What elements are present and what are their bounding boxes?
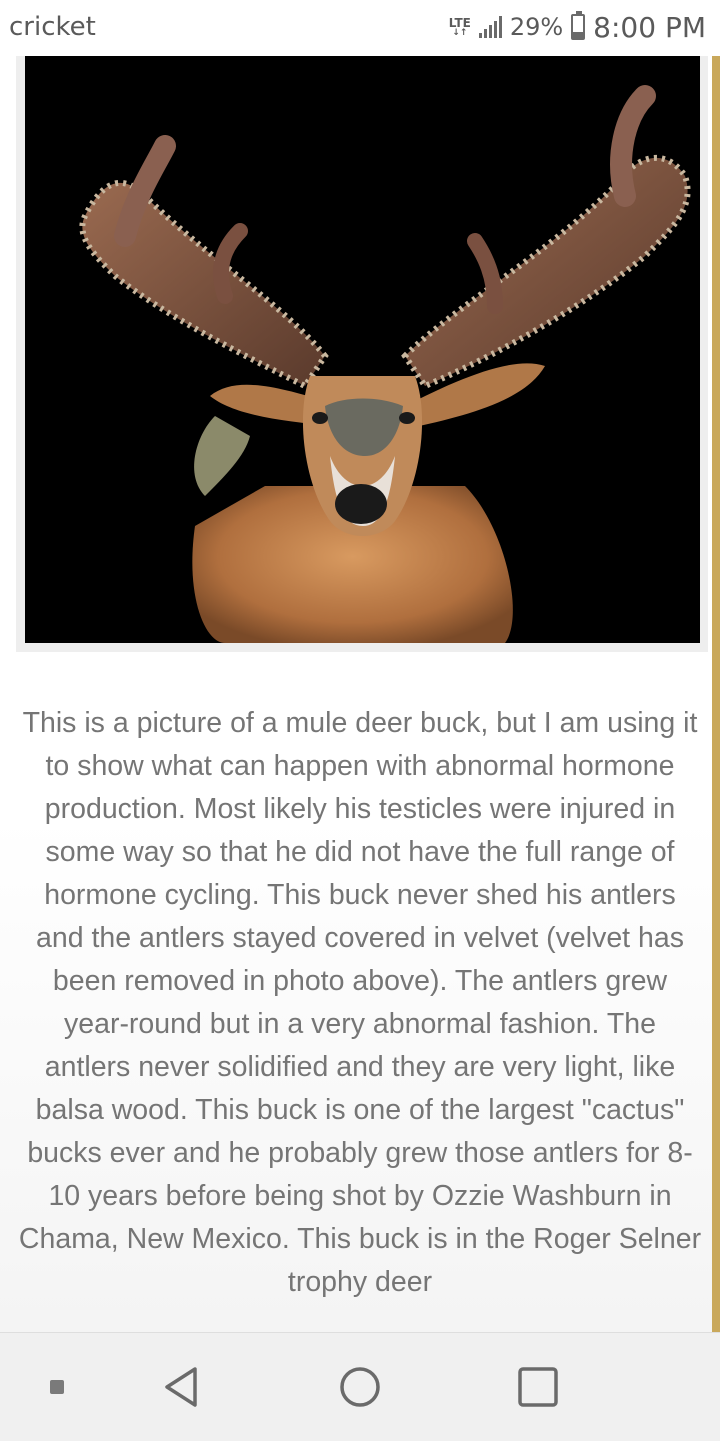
- article-paragraph: This is a picture of a mule deer buck, b…: [18, 707, 702, 1298]
- back-icon[interactable]: [149, 1355, 213, 1419]
- recents-icon[interactable]: [506, 1355, 570, 1419]
- page-side-rule: [712, 56, 720, 1332]
- status-bar: cricket LTE ↓↑ 29% 8:00 PM: [0, 0, 720, 56]
- article-image-frame: [16, 56, 708, 652]
- menu-dot-icon[interactable]: [25, 1355, 89, 1419]
- battery-icon: [571, 11, 586, 40]
- home-icon[interactable]: [328, 1355, 392, 1419]
- navigation-bar: [0, 1332, 720, 1441]
- clock: 8:00 PM: [593, 10, 706, 44]
- web-content[interactable]: This is a picture of a mule deer buck, b…: [0, 56, 720, 1332]
- deer-illustration: [25, 56, 700, 643]
- signal-icon: [478, 16, 502, 38]
- deer-photo[interactable]: [25, 56, 700, 643]
- status-indicators: LTE ↓↑ 29% 8:00 PM: [449, 10, 706, 44]
- network-type: LTE ↓↑: [448, 15, 471, 38]
- carrier-label: cricket: [9, 12, 96, 42]
- battery-percent: 29%: [509, 13, 564, 41]
- network-label: LTE: [448, 15, 471, 30]
